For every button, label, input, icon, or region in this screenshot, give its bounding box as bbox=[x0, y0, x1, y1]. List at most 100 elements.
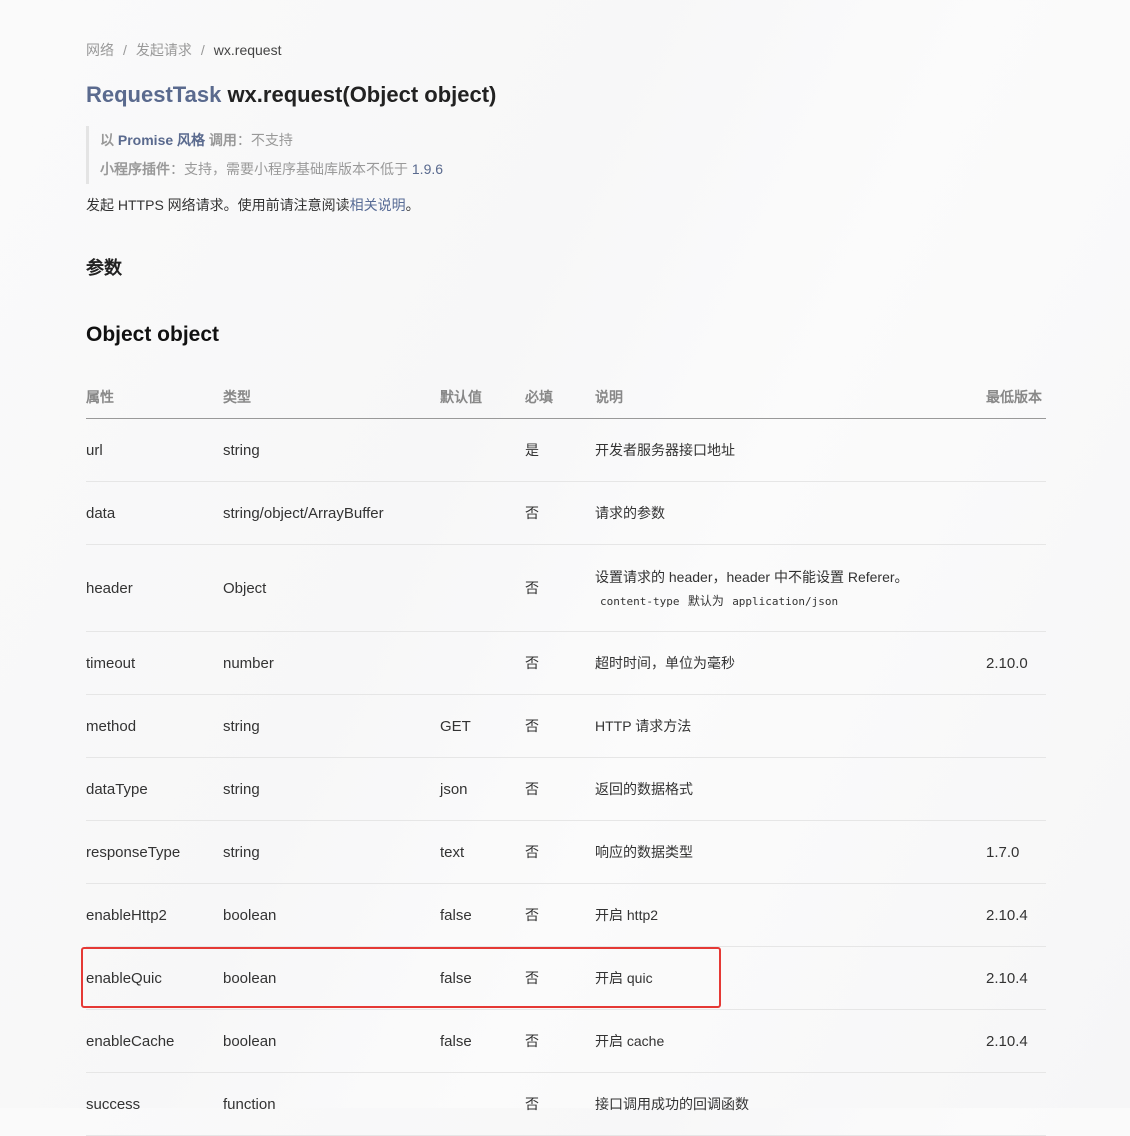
table-header-row: 属性 类型 默认值 必填 说明 最低版本 bbox=[86, 376, 1046, 419]
params-table: 属性 类型 默认值 必填 说明 最低版本 url string 是 开发者服务器… bbox=[86, 376, 1046, 1136]
cell-type: string bbox=[223, 820, 440, 884]
table-row: url string 是 开发者服务器接口地址 bbox=[86, 418, 1046, 482]
cell-name: enableQuic bbox=[86, 946, 223, 1010]
cell-required: 否 bbox=[525, 757, 595, 821]
code-content-type: content-type bbox=[600, 595, 680, 608]
breadcrumb-current: wx.request bbox=[213, 42, 282, 58]
cell-default: json bbox=[440, 757, 525, 821]
promise-style-link[interactable]: Promise 风格 bbox=[118, 132, 205, 148]
cell-version bbox=[986, 418, 1046, 482]
cell-required: 否 bbox=[525, 820, 595, 884]
promise-support-line: 以 Promise 风格 调用：不支持 bbox=[100, 132, 293, 148]
cell-description: 超时时间，单位为毫秒 bbox=[595, 631, 986, 695]
cell-version bbox=[986, 757, 1046, 821]
cell-default: text bbox=[440, 820, 525, 884]
cell-required: 否 bbox=[525, 694, 595, 758]
page-title: RequestTask wx.request(Object object) bbox=[86, 82, 496, 108]
breadcrumb-separator: / bbox=[200, 42, 205, 58]
cell-default: false bbox=[440, 883, 525, 947]
cell-description: 返回的数据格式 bbox=[595, 757, 986, 821]
code-application-json: application/json bbox=[732, 595, 839, 608]
cell-default: false bbox=[440, 946, 525, 1010]
cell-version: 1.7.0 bbox=[986, 820, 1046, 884]
cell-required: 否 bbox=[525, 631, 595, 695]
cell-description: 开启 quic bbox=[595, 946, 986, 1010]
cell-default: false bbox=[440, 1009, 525, 1073]
cell-default bbox=[440, 1072, 525, 1136]
plugin-value: 支持，需要小程序基础库版本不低于 bbox=[184, 161, 408, 177]
cell-version bbox=[986, 544, 1046, 632]
breadcrumb-network[interactable]: 网络 bbox=[86, 40, 114, 60]
cell-name: method bbox=[86, 694, 223, 758]
table-row: header Object 否 设置请求的 header，header 中不能设… bbox=[86, 544, 1046, 632]
header-desc-text: 设置请求的 header，header 中不能设置 Referer。 bbox=[595, 569, 909, 585]
cell-version: 2.10.0 bbox=[986, 631, 1046, 695]
cell-description: 请求的参数 bbox=[595, 481, 986, 545]
cell-type: boolean bbox=[223, 1009, 440, 1073]
table-row: enableCache boolean false 否 开启 cache 2.1… bbox=[86, 1009, 1046, 1073]
cell-default: GET bbox=[440, 694, 525, 758]
cell-required: 否 bbox=[525, 883, 595, 947]
cell-required: 否 bbox=[525, 1009, 595, 1073]
promise-prefix: 以 bbox=[100, 132, 114, 148]
table-row: method string GET 否 HTTP 请求方法 bbox=[86, 694, 1046, 758]
cell-version: 2.10.4 bbox=[986, 883, 1046, 947]
cell-type: boolean bbox=[223, 883, 440, 947]
cell-name: enableHttp2 bbox=[86, 883, 223, 947]
cell-default bbox=[440, 631, 525, 695]
cell-type: function bbox=[223, 1072, 440, 1136]
breadcrumb-separator: / bbox=[123, 42, 127, 58]
cell-version bbox=[986, 1072, 1046, 1136]
header-property: 属性 bbox=[86, 376, 223, 419]
table-row: data string/object/ArrayBuffer 否 请求的参数 bbox=[86, 481, 1046, 545]
cell-description: 开发者服务器接口地址 bbox=[595, 418, 986, 482]
support-notes: 以 Promise 风格 调用：不支持 小程序插件：支持，需要小程序基础库版本不… bbox=[86, 126, 443, 184]
table-row: timeout number 否 超时时间，单位为毫秒 2.10.0 bbox=[86, 631, 1046, 695]
cell-type: string/object/ArrayBuffer bbox=[223, 481, 440, 545]
cell-version: 2.10.4 bbox=[986, 946, 1046, 1010]
cell-name: enableCache bbox=[86, 1009, 223, 1073]
default-label: 默认为 bbox=[687, 594, 724, 608]
description-text: 发起 HTTPS 网络请求。使用前请注意阅读 bbox=[86, 197, 350, 213]
cell-name: responseType bbox=[86, 820, 223, 884]
cell-description: 开启 cache bbox=[595, 1009, 986, 1073]
table-row: success function 否 接口调用成功的回调函数 bbox=[86, 1072, 1046, 1136]
cell-default bbox=[440, 418, 525, 482]
return-type-link[interactable]: RequestTask bbox=[86, 82, 221, 107]
promise-value: 不支持 bbox=[250, 132, 293, 148]
api-signature: wx.request(Object object) bbox=[227, 82, 497, 107]
promise-label: 调用 bbox=[208, 132, 237, 148]
cell-name: dataType bbox=[86, 757, 223, 821]
section-title-params: 参数 bbox=[86, 258, 122, 278]
subsection-title-object: Object object bbox=[86, 323, 220, 346]
cell-type: boolean bbox=[223, 946, 440, 1010]
cell-description: HTTP 请求方法 bbox=[595, 694, 986, 758]
header-required: 必填 bbox=[525, 376, 595, 419]
cell-version bbox=[986, 694, 1046, 758]
table-row: dataType string json 否 返回的数据格式 bbox=[86, 757, 1046, 821]
plugin-label: 小程序插件 bbox=[100, 161, 170, 177]
cell-name: timeout bbox=[86, 631, 223, 695]
cell-type: string bbox=[223, 694, 440, 758]
related-docs-link[interactable]: 相关说明 bbox=[350, 197, 406, 213]
api-description: 发起 HTTPS 网络请求。使用前请注意阅读相关说明。 bbox=[86, 197, 420, 213]
cell-description: 接口调用成功的回调函数 bbox=[595, 1072, 986, 1136]
plugin-support-line: 小程序插件：支持，需要小程序基础库版本不低于 1.9.6 bbox=[100, 161, 444, 177]
cell-name: success bbox=[86, 1072, 223, 1136]
cell-name: header bbox=[86, 544, 223, 632]
cell-description: 开启 http2 bbox=[595, 883, 986, 947]
breadcrumb: 网络 / 发起请求 / wx.request bbox=[86, 40, 281, 60]
table-row: enableHttp2 boolean false 否 开启 http2 2.1… bbox=[86, 883, 1046, 947]
cell-type: string bbox=[223, 757, 440, 821]
cell-required: 是 bbox=[525, 418, 595, 482]
cell-type: Object bbox=[223, 544, 440, 632]
header-min-version: 最低版本 bbox=[986, 376, 1046, 419]
cell-version: 2.10.4 bbox=[986, 1009, 1046, 1073]
cell-name: data bbox=[86, 481, 223, 545]
breadcrumb-request[interactable]: 发起请求 bbox=[136, 40, 192, 60]
cell-description: 响应的数据类型 bbox=[595, 820, 986, 884]
header-desc-default: content-type 默认为 application/json bbox=[595, 592, 986, 609]
cell-default bbox=[440, 481, 525, 545]
cell-required: 否 bbox=[525, 946, 595, 1010]
cell-required: 否 bbox=[525, 481, 595, 545]
